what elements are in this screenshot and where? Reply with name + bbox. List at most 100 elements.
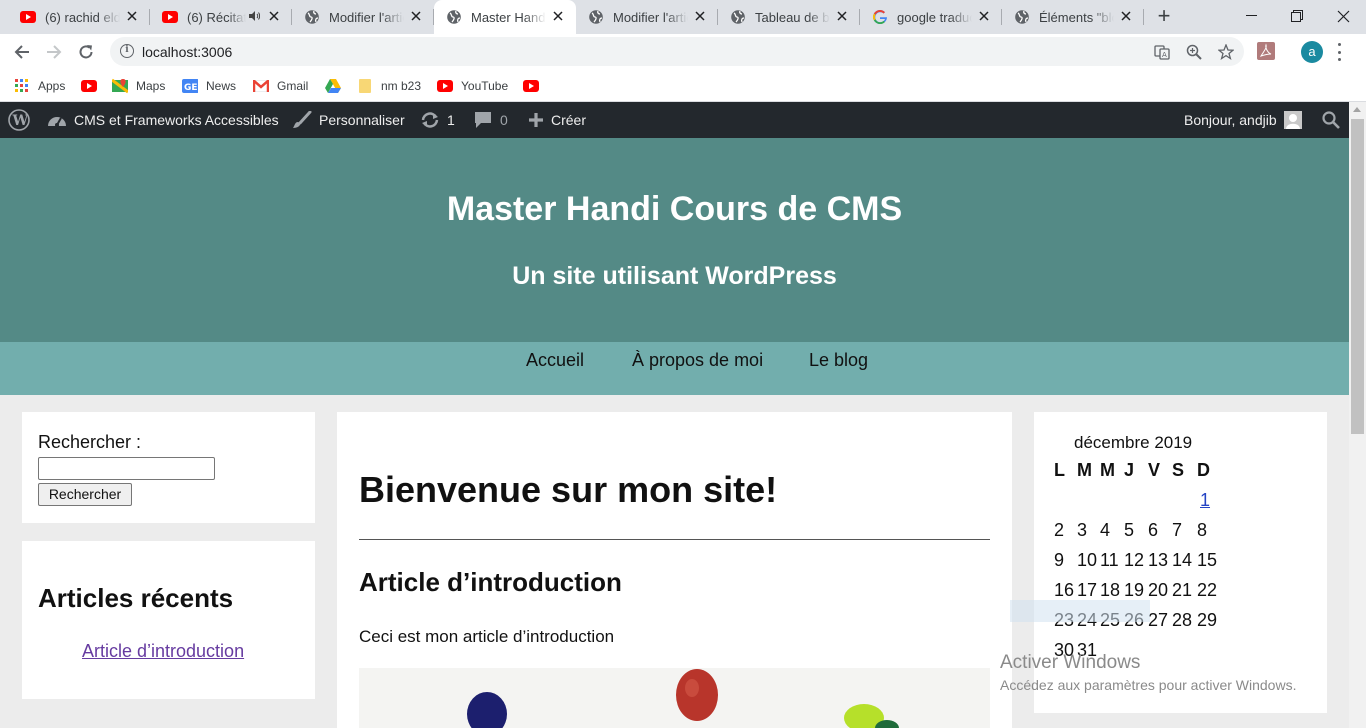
recent-posts-widget: Articles récents Article d’introduction (22, 541, 315, 699)
admin-new-content[interactable]: Créer (528, 102, 586, 138)
site-info-icon[interactable]: i (120, 44, 134, 58)
tab-title: Éléments "bloc (1039, 9, 1114, 25)
tab-title: Master Handi (471, 9, 546, 25)
scrollbar-thumb[interactable] (1351, 119, 1364, 434)
audio-playing-icon[interactable] (248, 10, 262, 25)
tab-title: Tableau de bor (755, 9, 830, 25)
post-featured-image (359, 668, 990, 728)
tab-close-icon[interactable] (124, 9, 140, 25)
bookmarks-bar: Apps Maps GE News Gmail nm b23 YouTube (0, 70, 1366, 102)
youtube-icon (437, 78, 453, 94)
folder-icon (357, 78, 373, 94)
url-text[interactable]: localhost:3006 (142, 44, 232, 60)
calendar-weekday: M (1100, 460, 1115, 480)
browser-tab[interactable]: Modifier l'artic (292, 0, 434, 34)
browser-tab[interactable]: google traduct (860, 0, 1002, 34)
chrome-menu-icon[interactable] (1336, 43, 1342, 61)
calendar-day: 3 (1077, 520, 1088, 540)
bookmark-news[interactable]: GE News (182, 76, 236, 96)
minimize-button[interactable] (1228, 0, 1274, 32)
site-title[interactable]: Master Handi Cours de CMS (0, 190, 1349, 229)
admin-comments[interactable]: 0 (473, 102, 508, 138)
zoom-icon[interactable] (1186, 44, 1202, 60)
browser-tab[interactable]: Tableau de bor (718, 0, 860, 34)
news-icon: GE (182, 78, 198, 94)
admin-site-name[interactable]: CMS et Frameworks Accessibles (47, 102, 279, 138)
wordpress-logo-button[interactable]: W (8, 102, 30, 138)
restore-button[interactable] (1274, 0, 1320, 32)
recent-post-link[interactable]: Article d’introduction (82, 641, 244, 662)
youtube-icon (81, 78, 97, 94)
new-tab-button[interactable]: + (1152, 5, 1176, 29)
calendar-day: 22 (1197, 580, 1218, 600)
search-submit-button[interactable]: Rechercher (38, 483, 132, 506)
globe-icon (446, 9, 462, 25)
admin-my-account[interactable]: Bonjour, andjib (1184, 102, 1302, 138)
search-icon (1322, 111, 1340, 129)
bookmark-youtube-2[interactable]: YouTube (437, 76, 508, 96)
tab-title: (6) rachid eldja (45, 9, 120, 25)
admin-customize[interactable]: Personnaliser (292, 102, 405, 138)
browser-tab[interactable]: Éléments "bloc (1002, 0, 1144, 34)
calendar-day: 15 (1197, 550, 1218, 570)
bookmark-folder-nm-b23[interactable]: nm b23 (357, 76, 421, 96)
address-bar[interactable]: i localhost:3006 A (110, 37, 1244, 66)
bookmark-maps[interactable]: Maps (112, 76, 165, 96)
bookmark-apps[interactable]: Apps (14, 76, 65, 96)
calendar-weekday: D (1197, 460, 1210, 480)
browser-tab[interactable]: Master Handi (434, 0, 576, 34)
post-title[interactable]: Article d’introduction (359, 567, 622, 598)
menu-item-le-blog[interactable]: Le blog (809, 350, 868, 371)
tab-close-icon[interactable] (834, 9, 850, 25)
calendar-day: 7 (1172, 520, 1183, 540)
bookmark-drive[interactable] (325, 76, 349, 96)
wp-admin-bar: W CMS et Frameworks Accessibles Personna… (0, 102, 1349, 138)
tab-close-icon[interactable] (976, 9, 992, 25)
tab-close-icon[interactable] (1118, 9, 1134, 25)
calendar-day: 10 (1077, 550, 1098, 570)
reload-icon (79, 45, 93, 59)
calendar-day-link[interactable]: 1 (1200, 490, 1224, 511)
close-window-button[interactable] (1320, 0, 1366, 32)
calendar-day: 13 (1148, 550, 1169, 570)
tab-close-icon[interactable] (408, 9, 424, 25)
admin-search-button[interactable] (1322, 102, 1340, 138)
tab-close-icon[interactable] (266, 9, 282, 25)
calendar-day: 20 (1148, 580, 1169, 600)
tab-close-icon[interactable] (550, 9, 566, 25)
admin-updates[interactable]: 1 (420, 102, 455, 138)
calendar-weekday: L (1054, 460, 1065, 480)
bookmark-gmail[interactable]: Gmail (253, 76, 308, 96)
menu-item-accueil[interactable]: Accueil (526, 350, 584, 371)
bookmark-star-icon[interactable] (1217, 43, 1235, 61)
page-scrollbar[interactable] (1349, 102, 1366, 728)
calendar-day: 21 (1172, 580, 1193, 600)
tab-close-icon[interactable] (692, 9, 708, 25)
scroll-up-arrow-icon[interactable] (1353, 107, 1361, 112)
browser-tab[interactable]: (6) rachid eldja (8, 0, 150, 34)
svg-text:A: A (1162, 51, 1167, 59)
bookmark-label: Maps (136, 79, 166, 93)
forward-button[interactable] (40, 38, 68, 66)
admin-new-label: Créer (551, 112, 587, 128)
calendar-weekday: M (1077, 460, 1092, 480)
menu-item-a-propos[interactable]: À propos de moi (632, 350, 763, 371)
translate-icon[interactable]: A (1154, 44, 1170, 60)
separator (359, 539, 990, 540)
calendar-day: 28 (1172, 610, 1193, 630)
arrow-right-icon (47, 45, 62, 59)
browser-tab[interactable]: Modifier l'artic (576, 0, 718, 34)
back-button[interactable] (8, 38, 36, 66)
site-header: Master Handi Cours de CMS Un site utilis… (0, 138, 1349, 342)
browser-tab[interactable]: (6) Récitati (150, 0, 292, 34)
calendar-day: 14 (1172, 550, 1193, 570)
tab-title: Modifier l'artic (329, 9, 404, 25)
pdf-extension-icon[interactable] (1257, 42, 1277, 62)
tab-separator (1143, 9, 1144, 25)
admin-site-name-label: CMS et Frameworks Accessibles (74, 112, 279, 128)
reload-button[interactable] (72, 38, 100, 66)
profile-avatar[interactable]: a (1301, 41, 1323, 63)
bookmark-youtube-1[interactable] (81, 76, 105, 96)
bookmark-youtube-3[interactable] (523, 76, 547, 96)
search-input[interactable] (38, 457, 215, 480)
